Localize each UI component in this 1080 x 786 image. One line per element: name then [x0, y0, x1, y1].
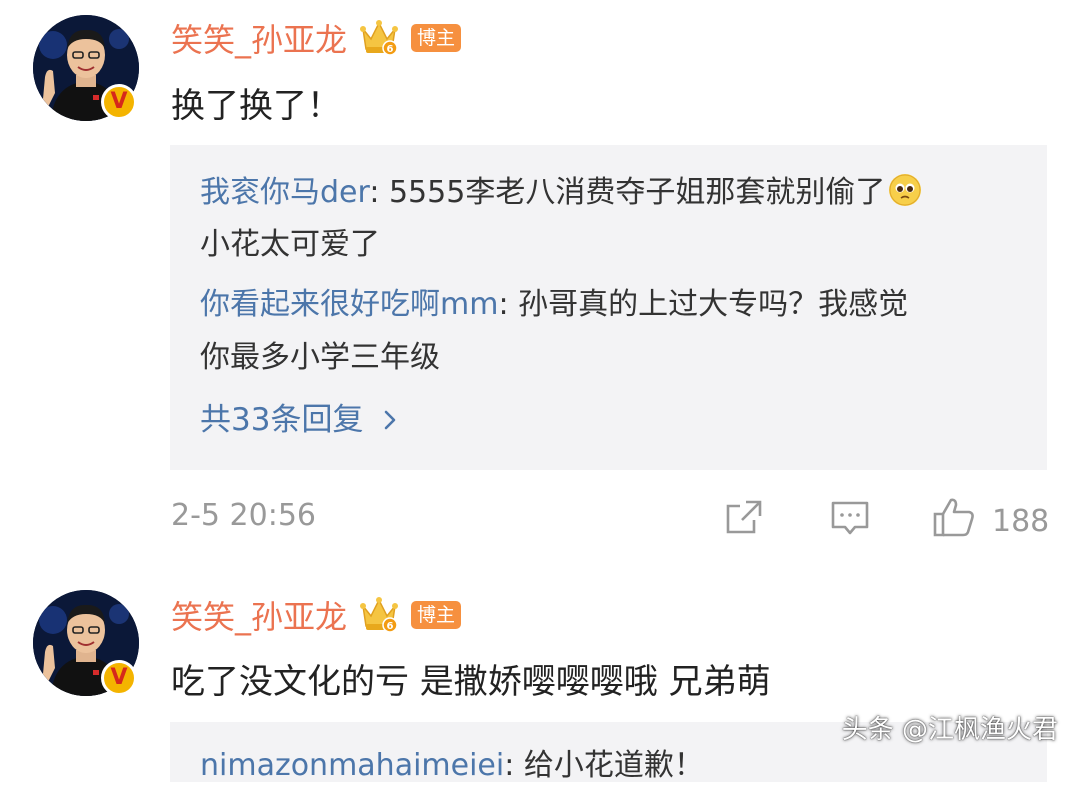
reply-text: 孙哥真的上过大专吗？我感觉 [518, 287, 909, 322]
reply-1-line-1: 我衮你马der: 5555李老八消费夺子姐那套就别偷了 [200, 173, 922, 213]
username-row: 笑笑_孙亚龙 6 博主 [171, 15, 462, 61]
comment-icon [830, 498, 870, 546]
host-badge: 博主 [411, 24, 462, 52]
timestamp: 2-5 20:56 [171, 498, 316, 533]
repost-button[interactable] [724, 498, 764, 546]
more-replies-link[interactable]: 共33条回复 [200, 400, 397, 442]
host-badge: 博主 [411, 601, 462, 629]
comment-1: V 笑笑_孙亚龙 6 博主 换了换了！ 我衮你马der: 5555李老八消费夺子… [0, 0, 1080, 560]
username[interactable]: 笑笑_孙亚龙 [171, 592, 347, 638]
reply-1-line-1: nimazonmahaimeiei: 给小花道歉！ [200, 748, 704, 783]
repost-icon [724, 498, 764, 546]
reply-2-line-2: 你最多小学三年级 [200, 340, 440, 375]
comment-text: 换了换了！ [171, 86, 341, 126]
chevron-right-icon [383, 402, 397, 442]
watermark: 头条 @江枫渔火君 [841, 715, 1058, 745]
verified-icon: V [101, 84, 137, 120]
reply-text: 5555李老八消费夺子姐那套就别偷了 [388, 175, 886, 210]
like-button[interactable]: 188 [932, 496, 1049, 546]
username[interactable]: 笑笑_孙亚龙 [171, 15, 347, 61]
svg-text:6: 6 [387, 621, 394, 632]
like-icon [932, 496, 976, 546]
reply-2-line-1: 你看起来很好吃啊mm: 孙哥真的上过大专吗？我感觉 [200, 287, 909, 322]
comment-button[interactable] [830, 498, 870, 546]
reply-1-line-2: 小花太可爱了 [200, 227, 380, 262]
reply-text: 给小花道歉！ [523, 748, 704, 783]
replies-box[interactable]: 我衮你马der: 5555李老八消费夺子姐那套就别偷了 小花太可爱了 你看起来很… [170, 145, 1047, 470]
like-count: 188 [992, 503, 1050, 539]
comment-text: 吃了没文化的亏 是撒娇嘤嘤嘤哦 兄弟萌 [171, 662, 771, 702]
reply-username[interactable]: 你看起来很好吃啊mm [200, 287, 498, 322]
username-row: 笑笑_孙亚龙 6 博主 [171, 592, 462, 638]
crown-icon: 6 [359, 596, 399, 634]
reply-username[interactable]: nimazonmahaimeiei [200, 748, 504, 783]
pleading-face-emoji [889, 174, 922, 206]
verified-icon: V [101, 660, 137, 696]
crown-icon: 6 [359, 19, 399, 57]
reply-username[interactable]: 我衮你马der [200, 175, 369, 210]
svg-text:6: 6 [387, 44, 394, 55]
